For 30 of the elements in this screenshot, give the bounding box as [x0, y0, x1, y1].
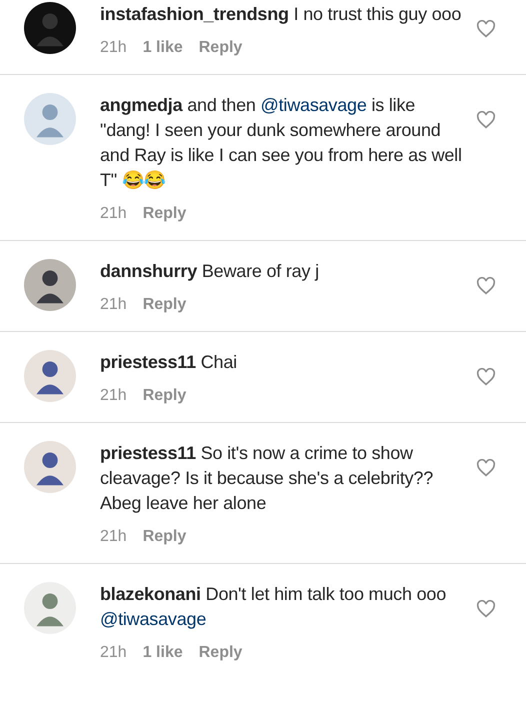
- comment-time: 21h: [100, 295, 127, 315]
- heart-icon[interactable]: [476, 368, 496, 386]
- heart-icon[interactable]: [476, 20, 496, 38]
- reply-link[interactable]: Reply: [142, 202, 186, 226]
- comment-time: 21h: [100, 38, 127, 58]
- reply-link[interactable]: Reply: [142, 384, 186, 408]
- comment-text: blazekonani Don't let him talk too much ooo @tiwasavage: [100, 583, 448, 631]
- avatar[interactable]: [24, 441, 76, 493]
- likes-count[interactable]: 1 like: [142, 641, 183, 665]
- reply-link[interactable]: Reply: [142, 293, 186, 317]
- comment-time: 21h: [100, 386, 127, 406]
- comment-text: priestess11 So it's now a crime to show cleavage? Is it because she's a celebrity?? Abeg leave her alone: [100, 442, 434, 515]
- likes-count[interactable]: 1 like: [142, 36, 183, 60]
- comment-time: 21h: [100, 204, 127, 224]
- avatar[interactable]: [24, 2, 76, 54]
- comment-time: 21h: [100, 643, 127, 663]
- heart-icon[interactable]: [476, 111, 496, 129]
- comment-text: dannshurry Beware of ray j: [100, 260, 320, 283]
- heart-icon[interactable]: [476, 277, 496, 295]
- avatar[interactable]: [24, 350, 76, 402]
- heart-icon[interactable]: [476, 459, 496, 477]
- comment-time: 21h: [100, 527, 127, 547]
- reply-link[interactable]: Reply: [198, 641, 242, 665]
- reply-link[interactable]: Reply: [142, 525, 186, 549]
- heart-icon[interactable]: [476, 600, 496, 618]
- comment-text: priestess11 Chai: [100, 351, 238, 374]
- reply-link[interactable]: Reply: [198, 36, 242, 60]
- comment-text: angmedja and then @tiwasavage is like "dang! I seen your dunk somewhere around and Ray is like I can see you from here as well T" 😂😂: [100, 94, 463, 192]
- comment-text: instafashion_trendsng I no trust this guy ooo: [100, 3, 462, 26]
- avatar[interactable]: [24, 259, 76, 311]
